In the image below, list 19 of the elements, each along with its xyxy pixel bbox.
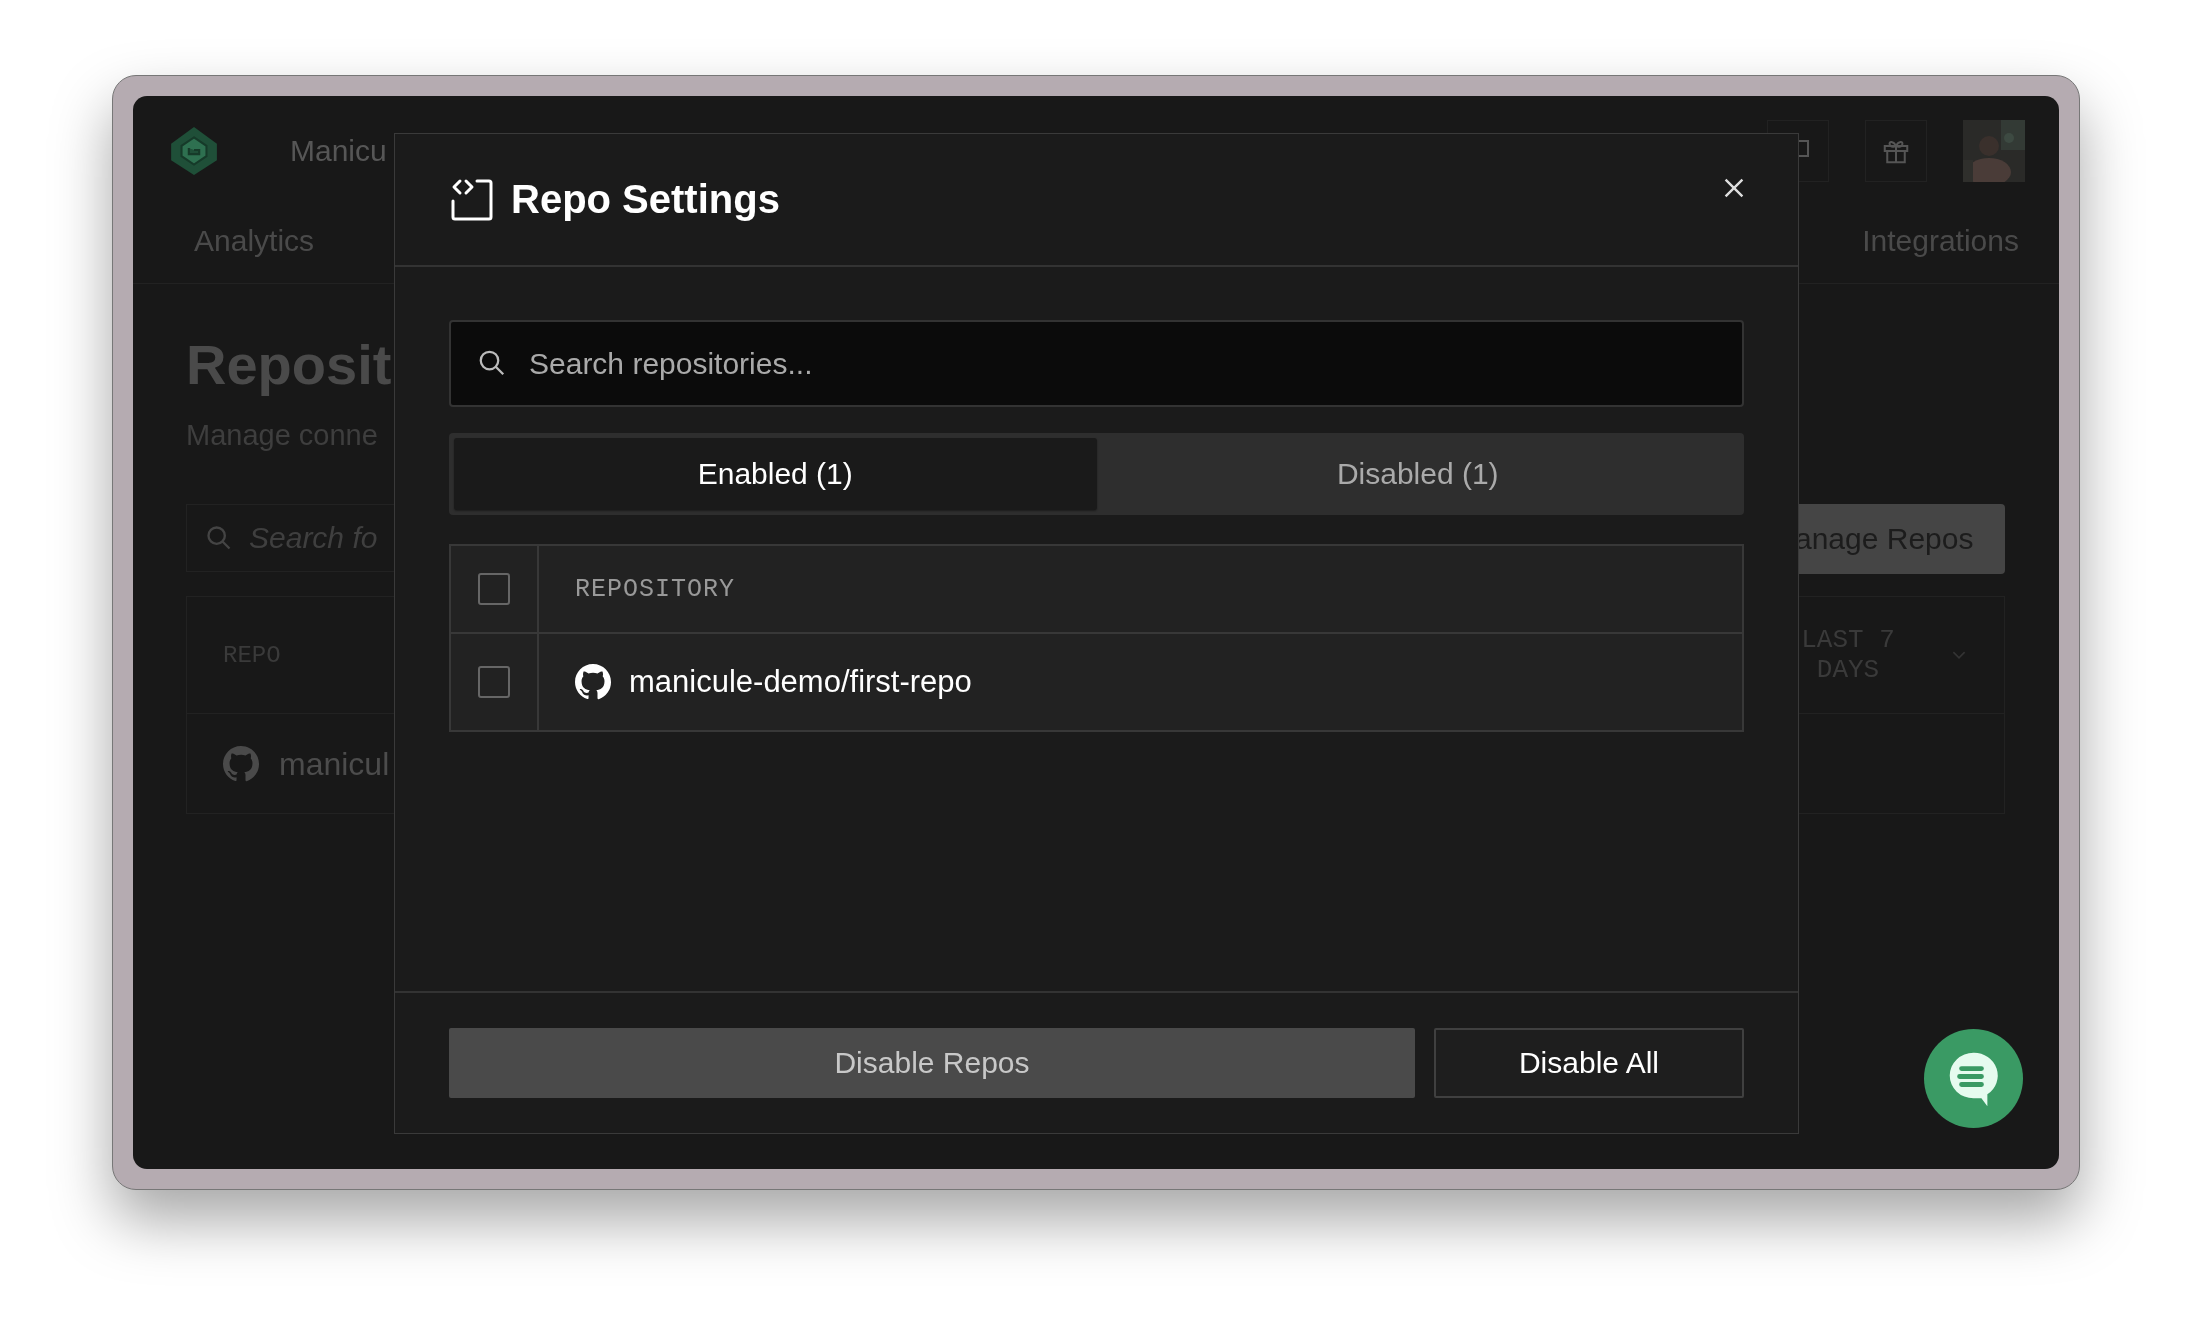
brand-name: Manicu [290,134,387,168]
search-icon [477,348,507,378]
checkbox[interactable] [478,666,510,698]
filter-tab[interactable]: Disabled (1) [1096,438,1739,510]
disable-all-button[interactable]: Disable All [1434,1028,1744,1098]
search-icon [205,524,233,552]
github-icon [575,664,611,700]
modal-title: Repo Settings [511,177,780,222]
gift-icon[interactable] [1865,120,1927,182]
search-field[interactable]: Search repositories... [449,320,1744,407]
logo-icon [168,125,220,177]
column-header: REPOSITORY [575,574,736,604]
chat-button[interactable] [1924,1029,2023,1128]
disable-repos-button[interactable]: Disable Repos [449,1028,1415,1098]
github-icon [223,746,259,782]
filter-tab[interactable]: Enabled (1) [454,438,1097,510]
repo-name[interactable]: manicule-demo/first-repo [629,664,972,700]
checkbox[interactable] [478,573,510,605]
close-icon[interactable] [1722,176,1746,200]
